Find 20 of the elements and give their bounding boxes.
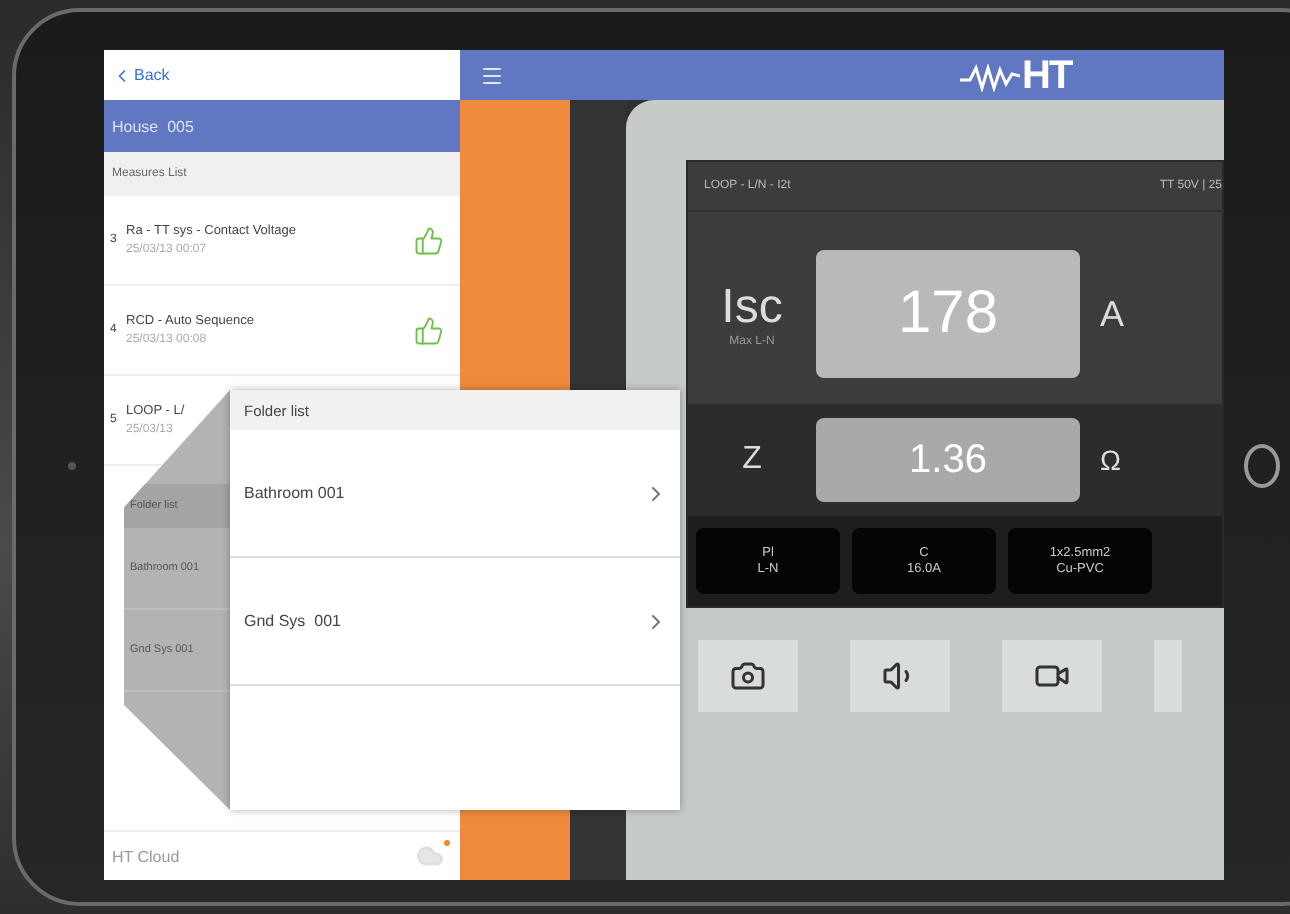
reading-label: Isc [721,280,783,335]
reading-unit: Ω [1100,444,1121,476]
camera-button[interactable] [698,640,798,712]
reading-value: 1.36 [816,418,1080,502]
folder-item[interactable]: Bathroom 001 [230,430,680,558]
camera-dot [68,462,76,470]
wave-icon [960,63,1020,91]
folder-item[interactable]: Gnd Sys 001 [230,558,680,686]
menu-icon[interactable] [480,63,504,87]
speaker-button[interactable] [850,640,950,712]
camera-icon [730,658,766,694]
back-link[interactable]: Back [112,65,170,85]
reading-unit: A [1100,293,1125,335]
logo: HT [960,54,1072,100]
video-button[interactable] [1002,640,1102,712]
reading-value: 178 [816,250,1080,378]
home-button[interactable] [1244,444,1280,488]
folder-header: House 005 [104,100,460,152]
cloud-label: HT Cloud [112,847,180,865]
reading-label: Z [742,442,762,478]
